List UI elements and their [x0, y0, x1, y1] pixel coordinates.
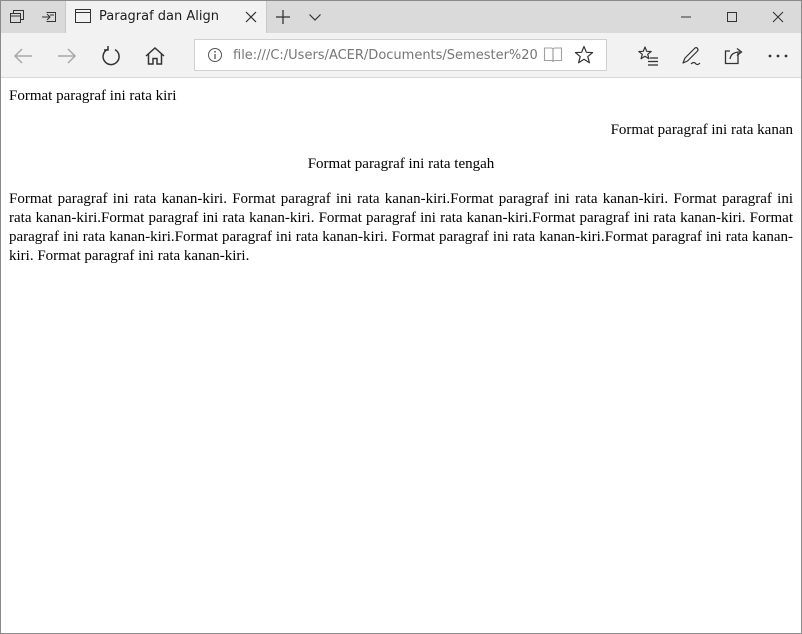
maximize-icon	[727, 12, 737, 22]
forward-button[interactable]	[54, 43, 80, 69]
favorites-hub-button[interactable]	[635, 43, 661, 69]
home-button[interactable]	[142, 43, 168, 69]
web-note-pen-icon	[682, 47, 701, 66]
page-favicon-icon	[75, 9, 91, 23]
tab-close-icon[interactable]	[243, 9, 259, 25]
minimize-button[interactable]	[663, 1, 709, 33]
tab-title: Paragraf dan Align	[99, 9, 220, 24]
forward-arrow-icon	[58, 48, 77, 64]
refresh-icon	[102, 46, 120, 66]
browser-window: Paragraf dan Align file:///C:/Users/ACER…	[0, 0, 802, 634]
web-note-button[interactable]	[678, 43, 704, 69]
more-button[interactable]	[765, 43, 791, 69]
minimize-icon	[681, 16, 691, 18]
reading-view-icon[interactable]	[543, 46, 563, 64]
share-icon	[724, 47, 743, 65]
new-tab-plus-icon[interactable]	[273, 7, 293, 27]
tab-preview-chevron-icon[interactable]	[305, 7, 325, 27]
site-info-icon[interactable]	[207, 47, 223, 63]
navigation-bar: file:///C:/Users/ACER/Documents/Semester…	[1, 33, 801, 78]
share-button[interactable]	[721, 43, 747, 69]
paragraph-right-aligned: Format paragraf ini rata kanan	[610, 122, 793, 138]
back-button[interactable]	[10, 43, 36, 69]
add-favorite-star-icon[interactable]	[574, 45, 594, 65]
refresh-button[interactable]	[98, 43, 124, 69]
paragraph-justified: Format paragraf ini rata kanan-kiri. For…	[9, 191, 793, 264]
page-content: Format paragraf ini rata kiri Format par…	[1, 78, 801, 633]
favorites-hub-icon	[638, 46, 658, 66]
title-bar: Paragraf dan Align	[1, 1, 801, 33]
set-aside-tabs-icon[interactable]	[39, 7, 59, 27]
maximize-button[interactable]	[709, 1, 755, 33]
home-icon	[145, 46, 165, 65]
back-arrow-icon	[13, 48, 32, 64]
close-icon	[772, 11, 784, 23]
tab-paragraf-dan-align[interactable]: Paragraf dan Align	[65, 1, 267, 33]
address-bar[interactable]: file:///C:/Users/ACER/Documents/Semester…	[194, 39, 607, 71]
close-window-button[interactable]	[755, 1, 801, 33]
more-dots-icon	[768, 54, 788, 58]
paragraph-center-aligned: Format paragraf ini rata tengah	[307, 156, 495, 172]
tabs-overview-icon[interactable]	[7, 7, 27, 27]
paragraph-left-aligned: Format paragraf ini rata kiri	[9, 88, 177, 104]
address-url[interactable]: file:///C:/Users/ACER/Documents/Semester…	[233, 48, 537, 63]
